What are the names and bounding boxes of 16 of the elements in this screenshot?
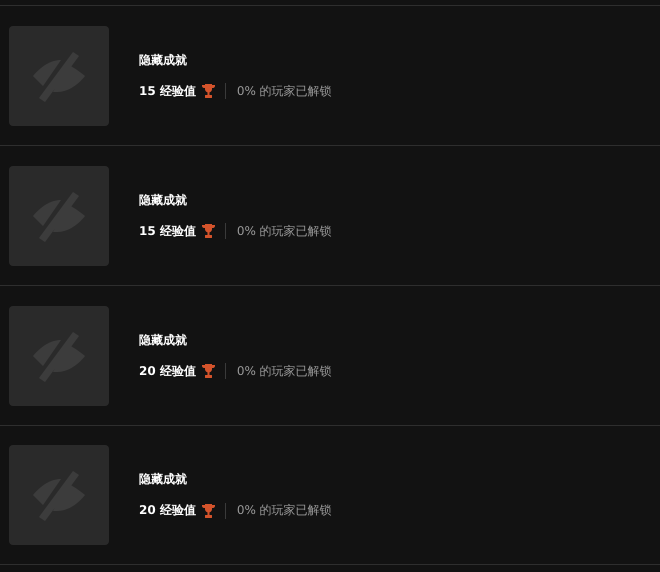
unlock-percentage: 0% 的玩家已解锁 <box>236 502 332 519</box>
unlock-percentage: 0% 的玩家已解锁 <box>236 222 332 240</box>
xp-value: 15 经验值 <box>139 222 196 240</box>
trophy-icon <box>202 364 215 378</box>
trophy-icon <box>202 84 215 98</box>
unlock-percentage: 0% 的玩家已解锁 <box>236 362 332 380</box>
xp-value: 15 经验值 <box>139 82 196 100</box>
xp-value: 20 经验值 <box>139 362 196 380</box>
achievement-title: 隐藏成就 <box>139 192 188 208</box>
trophy-icon <box>202 504 215 518</box>
achievement-title: 隐藏成就 <box>139 52 188 68</box>
achievement-title: 隐藏成就 <box>139 471 188 488</box>
trophy-icon <box>202 224 215 238</box>
unlock-percentage: 0% 的玩家已解锁 <box>236 82 332 100</box>
achievement-title: 隐藏成就 <box>139 332 188 348</box>
xp-value: 20 经验值 <box>139 502 196 519</box>
